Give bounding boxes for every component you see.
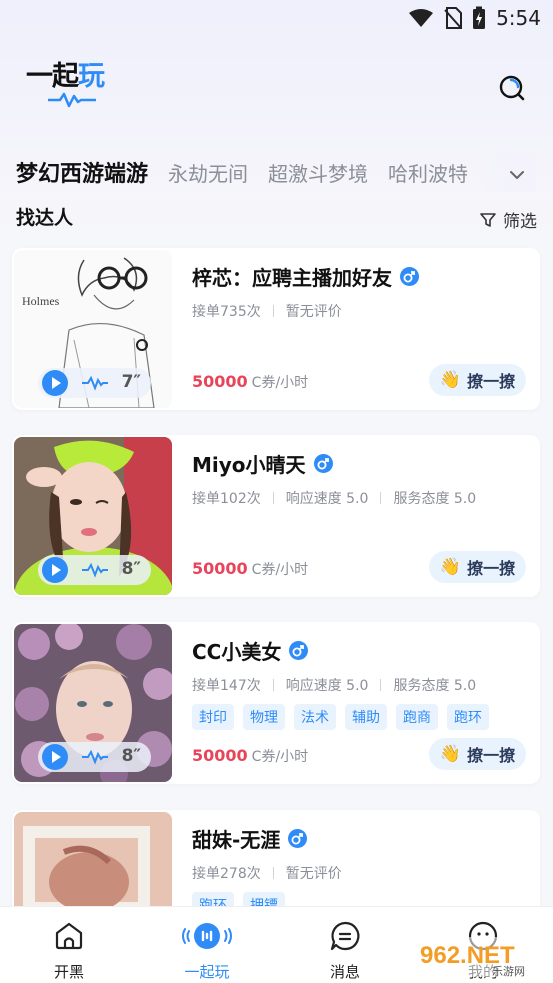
skill-tag: 辅助 [345, 704, 387, 730]
nav-label: 消息 [329, 963, 360, 981]
avatar-photo [14, 812, 172, 906]
nav-item-messages[interactable]: 消息 [295, 907, 395, 983]
tabs-fade [476, 152, 536, 192]
no-sim-icon [444, 7, 463, 29]
companion-name: Miyo小晴天 [192, 449, 333, 478]
voice-intro-pill[interactable]: 8″ [38, 555, 151, 585]
voice-wave-icon [82, 749, 108, 765]
waving-hand-icon: 👋 [439, 370, 462, 390]
status-bar: 5:54 [0, 0, 553, 38]
companion-card[interactable]: 8″ CC小美女 接单147次 响应速度 5.0 服务态度 5.0 封印 物理 法术… [12, 622, 540, 784]
companion-card[interactable]: 甜妹-无涯 接单278次 暂无评价 跑环 押镖 [12, 810, 540, 906]
avatar-photo: Holmes 7″ [14, 250, 172, 408]
search-icon [499, 75, 525, 101]
tab-game[interactable]: 超激斗梦境 [268, 158, 368, 187]
voice-duration: 8″ [121, 559, 141, 579]
price: 50000 C券/小时 [192, 559, 309, 578]
tab-game[interactable]: 永劫无间 [168, 158, 248, 187]
status-icons: 5:54 [408, 6, 541, 30]
skill-tags: 封印 物理 法术 辅助 跑商 跑环 [192, 704, 489, 730]
filter-button[interactable]: 筛选 [479, 207, 537, 232]
watermark-logo: 962.NET 乐游网 [414, 937, 548, 978]
companion-stats: 接单102次 响应速度 5.0 服务态度 5.0 [192, 491, 477, 507]
male-icon [288, 829, 308, 848]
voice-intro-pill[interactable]: 8″ [38, 742, 151, 772]
flirt-button[interactable]: 👋 撩一撩 [429, 364, 526, 396]
voice-wave-icon [82, 375, 108, 391]
avatar-photo: 8″ [14, 624, 172, 782]
section-title: 找达人 [16, 207, 74, 229]
companion-name: 甜妹-无涯 [192, 824, 308, 853]
nav-label: 一起玩 [184, 963, 230, 981]
svg-text:乐游网: 乐游网 [492, 965, 525, 978]
search-button[interactable] [496, 72, 528, 104]
price: 50000 C券/小时 [192, 746, 309, 765]
chevron-down-icon[interactable] [508, 166, 526, 184]
site-watermark: 962.NET 乐游网 [414, 935, 548, 979]
play-together-icon [182, 923, 232, 949]
companion-card[interactable]: 8″ Miyo小晴天 接单102次 响应速度 5.0 服务态度 5.0 50000 C… [12, 435, 540, 597]
voice-wave-icon [82, 562, 108, 578]
waving-hand-icon: 👋 [439, 744, 462, 764]
status-time: 5:54 [496, 6, 541, 30]
battery-charging-icon [473, 6, 486, 29]
logo-text: 一起玩 [26, 61, 105, 92]
filter-icon [480, 212, 496, 227]
voice-intro-pill[interactable]: 7″ [38, 368, 151, 398]
nav-label: 开黑 [53, 963, 84, 981]
male-icon [400, 267, 419, 286]
male-icon [289, 641, 309, 660]
skill-tags: 跑环 押镖 [192, 892, 285, 906]
message-icon [330, 921, 360, 951]
skill-tag: 法术 [294, 704, 336, 730]
skill-tag: 封印 [192, 704, 234, 730]
companion-stats: 接单735次 暂无评价 [192, 304, 342, 320]
voice-duration: 7″ [121, 372, 141, 392]
svg-text:Holmes: Holmes [22, 294, 60, 308]
avatar-photo: 8″ [14, 437, 172, 595]
play-icon[interactable] [42, 370, 68, 396]
play-icon[interactable] [42, 744, 68, 770]
wifi-icon [409, 9, 434, 27]
app-logo: 一起玩 [26, 54, 126, 114]
skill-tag: 物理 [243, 704, 285, 730]
voice-duration: 8″ [121, 746, 141, 766]
skill-tag: 押镖 [243, 892, 285, 906]
logo-wave-icon [48, 92, 96, 108]
price: 50000 C券/小时 [192, 372, 309, 391]
play-icon[interactable] [42, 557, 68, 583]
skill-tag: 跑环 [192, 892, 234, 906]
portrait-photo [14, 812, 172, 906]
flirt-button[interactable]: 👋 撩一撩 [429, 738, 526, 770]
nav-item-kaihei[interactable]: 开黑 [19, 907, 119, 983]
nav-item-play-together[interactable]: 一起玩 [157, 907, 257, 983]
companion-card[interactable]: Holmes 7″ 梓芯：应聘主播加好友 接单735次 暂无评价 50000 C券/… [12, 248, 540, 410]
companion-stats: 接单147次 响应速度 5.0 服务态度 5.0 [192, 678, 477, 694]
male-icon [313, 454, 333, 473]
skill-tag: 跑商 [396, 704, 438, 730]
tab-game[interactable]: 梦幻西游端游 [16, 156, 148, 188]
waving-hand-icon: 👋 [439, 557, 462, 577]
game-tabs: 梦幻西游端游 永劫无间 超激斗梦境 哈利波特 [16, 152, 536, 192]
companion-stats: 接单278次 暂无评价 [192, 866, 342, 882]
tab-game[interactable]: 哈利波特 [388, 158, 468, 187]
filter-label: 筛选 [503, 212, 537, 232]
skill-tag: 跑环 [447, 704, 489, 730]
companion-name: CC小美女 [192, 636, 309, 665]
companion-name: 梓芯：应聘主播加好友 [192, 262, 419, 291]
house-icon [55, 922, 83, 950]
flirt-button[interactable]: 👋 撩一撩 [429, 551, 526, 583]
